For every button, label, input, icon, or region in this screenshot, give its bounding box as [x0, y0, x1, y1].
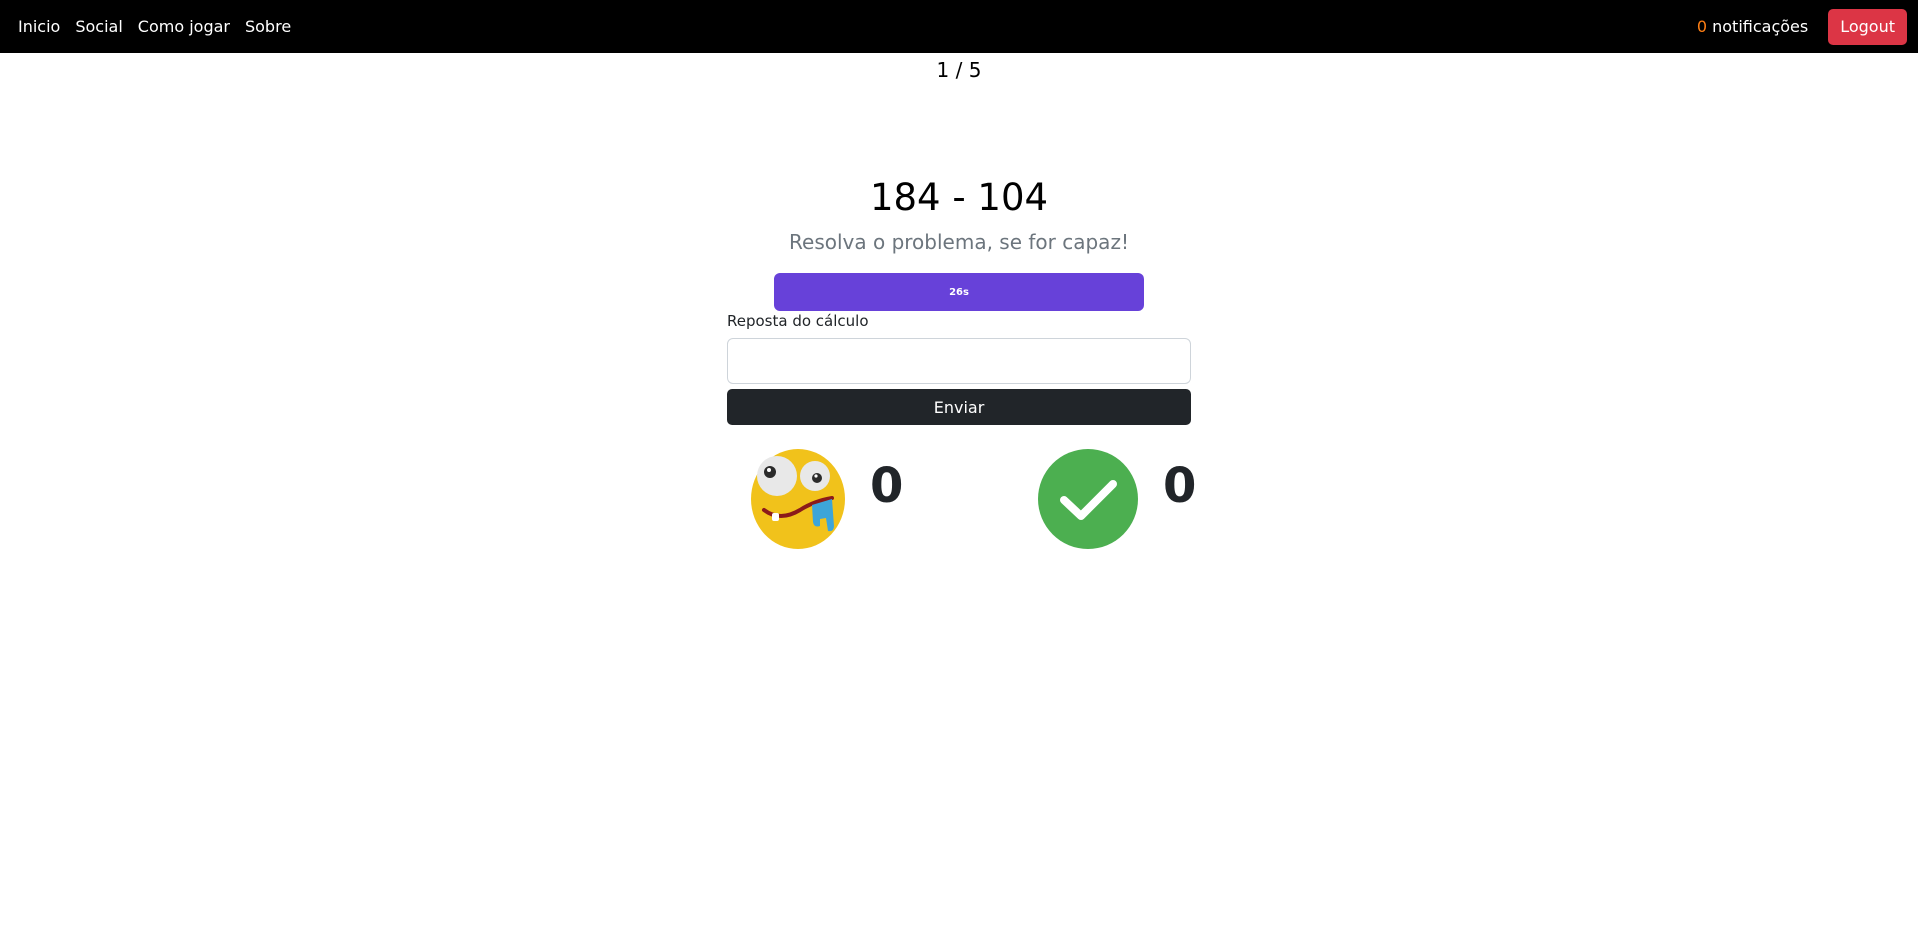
- top-navbar: Inicio Social Como jogar Sobre 0 notific…: [0, 0, 1918, 53]
- timer-progress-bar: 26s: [774, 273, 1144, 311]
- notifications-label: notificações: [1707, 17, 1809, 36]
- nav-link-sobre[interactable]: Sobre: [245, 17, 291, 36]
- notifications-link[interactable]: 0 notificações: [1697, 17, 1808, 36]
- answer-form: Reposta do cálculo Enviar: [727, 312, 1191, 425]
- question-progress: 1 / 5: [936, 58, 982, 82]
- nav-link-inicio[interactable]: Inicio: [18, 17, 60, 36]
- right-answers-count: 0: [1163, 458, 1197, 514]
- nav-right: 0 notificações Logout: [1697, 0, 1907, 53]
- timer-fill: 26s: [774, 273, 1144, 311]
- dizzy-face-icon: [751, 449, 845, 549]
- wrong-answers-count: 0: [870, 458, 904, 514]
- logout-button[interactable]: Logout: [1828, 8, 1907, 45]
- answer-input[interactable]: [727, 338, 1191, 384]
- nav-links: Inicio Social Como jogar Sobre: [18, 0, 306, 53]
- math-problem: 184 - 104: [869, 176, 1049, 219]
- nav-link-social[interactable]: Social: [75, 17, 122, 36]
- notifications-count: 0: [1696, 17, 1708, 36]
- checkmark-icon: [1038, 449, 1138, 549]
- answer-label: Reposta do cálculo: [727, 312, 869, 330]
- right-answers-score: 0: [1037, 448, 1196, 550]
- submit-button[interactable]: Enviar: [727, 389, 1191, 425]
- problem-subtitle: Resolva o problema, se for capaz!: [789, 230, 1129, 254]
- wrong-answers-score: 0: [750, 448, 903, 550]
- nav-link-como-jogar[interactable]: Como jogar: [138, 17, 230, 36]
